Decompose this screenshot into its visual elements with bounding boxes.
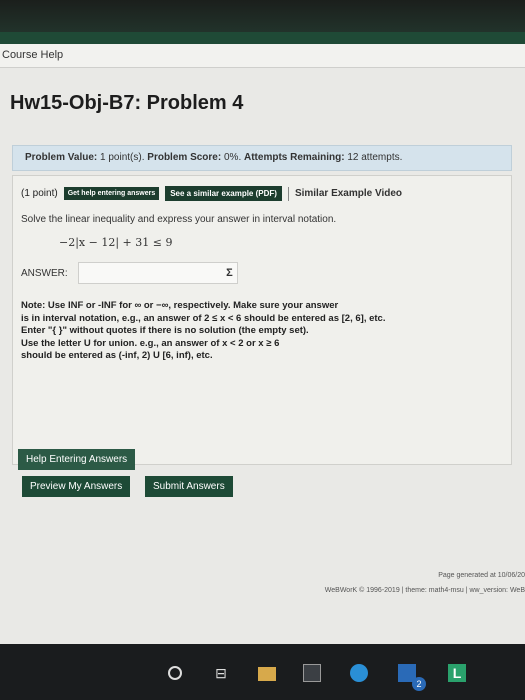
preview-answers-button[interactable]: Preview My Answers [22, 476, 131, 497]
submit-answers-button[interactable]: Submit Answers [145, 476, 233, 497]
note-line: Enter "{ }" without quotes if there is n… [21, 325, 309, 336]
l-app-icon[interactable]: L [448, 664, 466, 682]
divider [287, 186, 289, 201]
problem-header-row: (1 point) Get help entering answers See … [21, 186, 402, 201]
page-title: Hw15-Obj-B7: Problem 4 [10, 92, 244, 114]
footer-copyright: WeBWorK © 1996-2019 | theme: math4-msu |… [324, 587, 525, 594]
sigma-equation-editor-icon[interactable]: Σ [226, 267, 233, 279]
inequality-formula: −2|x − 12| + 31 ≤ 9 [59, 236, 173, 249]
taskbar: ⊟ 2 L [0, 644, 525, 700]
similar-example-video-link[interactable]: Similar Example Video [295, 188, 402, 199]
answer-label: ANSWER: [21, 267, 68, 279]
help-entering-answers-button[interactable]: Help Entering Answers [18, 449, 136, 470]
answer-row: ANSWER: Σ [21, 262, 238, 284]
problem-score: 0%. [223, 152, 242, 163]
task-view-icon[interactable]: ⊟ [212, 664, 230, 682]
top-green-bar [0, 32, 525, 44]
answer-format-note: Note: Use INF or -INF for ∞ or −∞, respe… [21, 300, 501, 363]
mail-badge: 2 [412, 677, 426, 691]
top-bezel [0, 0, 525, 44]
problem-status-bar: Problem Value: 1 point(s). Problem Score… [12, 145, 512, 171]
file-explorer-icon[interactable] [258, 667, 276, 681]
problem-value: 1 point(s). [100, 152, 145, 163]
browser-screen: Course Help Hw15-Obj-B7: Problem 4 Probl… [0, 44, 525, 644]
attempts-remaining: 12 attempts. [347, 152, 403, 163]
problem-value-label: Problem Value: [25, 152, 98, 163]
problem-score-label: Problem Score: [147, 152, 222, 163]
course-bar: Course Help [0, 44, 525, 68]
similar-example-pdf-pill[interactable]: See a similar example (PDF) [165, 186, 282, 201]
points: (1 point) [21, 188, 58, 199]
note-line: Note: Use INF or -INF for ∞ or −∞, respe… [21, 300, 339, 311]
note-line: Use the letter U for union. e.g., an ans… [21, 337, 280, 349]
edge-icon[interactable] [350, 664, 368, 682]
answer-input[interactable]: Σ [77, 262, 238, 284]
attempts-label: Attempts Remaining: [244, 152, 345, 163]
problem-box: (1 point) Get help entering answers See … [12, 175, 512, 465]
note-line: should be entered as (-inf, 2) U [6, inf… [21, 350, 213, 361]
problem-instruction: Solve the linear inequality and express … [21, 214, 337, 225]
course-help-link[interactable]: Course Help [2, 49, 63, 61]
store-icon[interactable] [303, 664, 321, 682]
note-line: is in interval notation, e.g., an answer… [21, 312, 386, 324]
footer-generated: Page generated at 10/06/20 [438, 572, 525, 579]
search-circle-icon[interactable] [168, 666, 182, 680]
help-entering-answers-pill[interactable]: Get help entering answers [63, 187, 160, 200]
